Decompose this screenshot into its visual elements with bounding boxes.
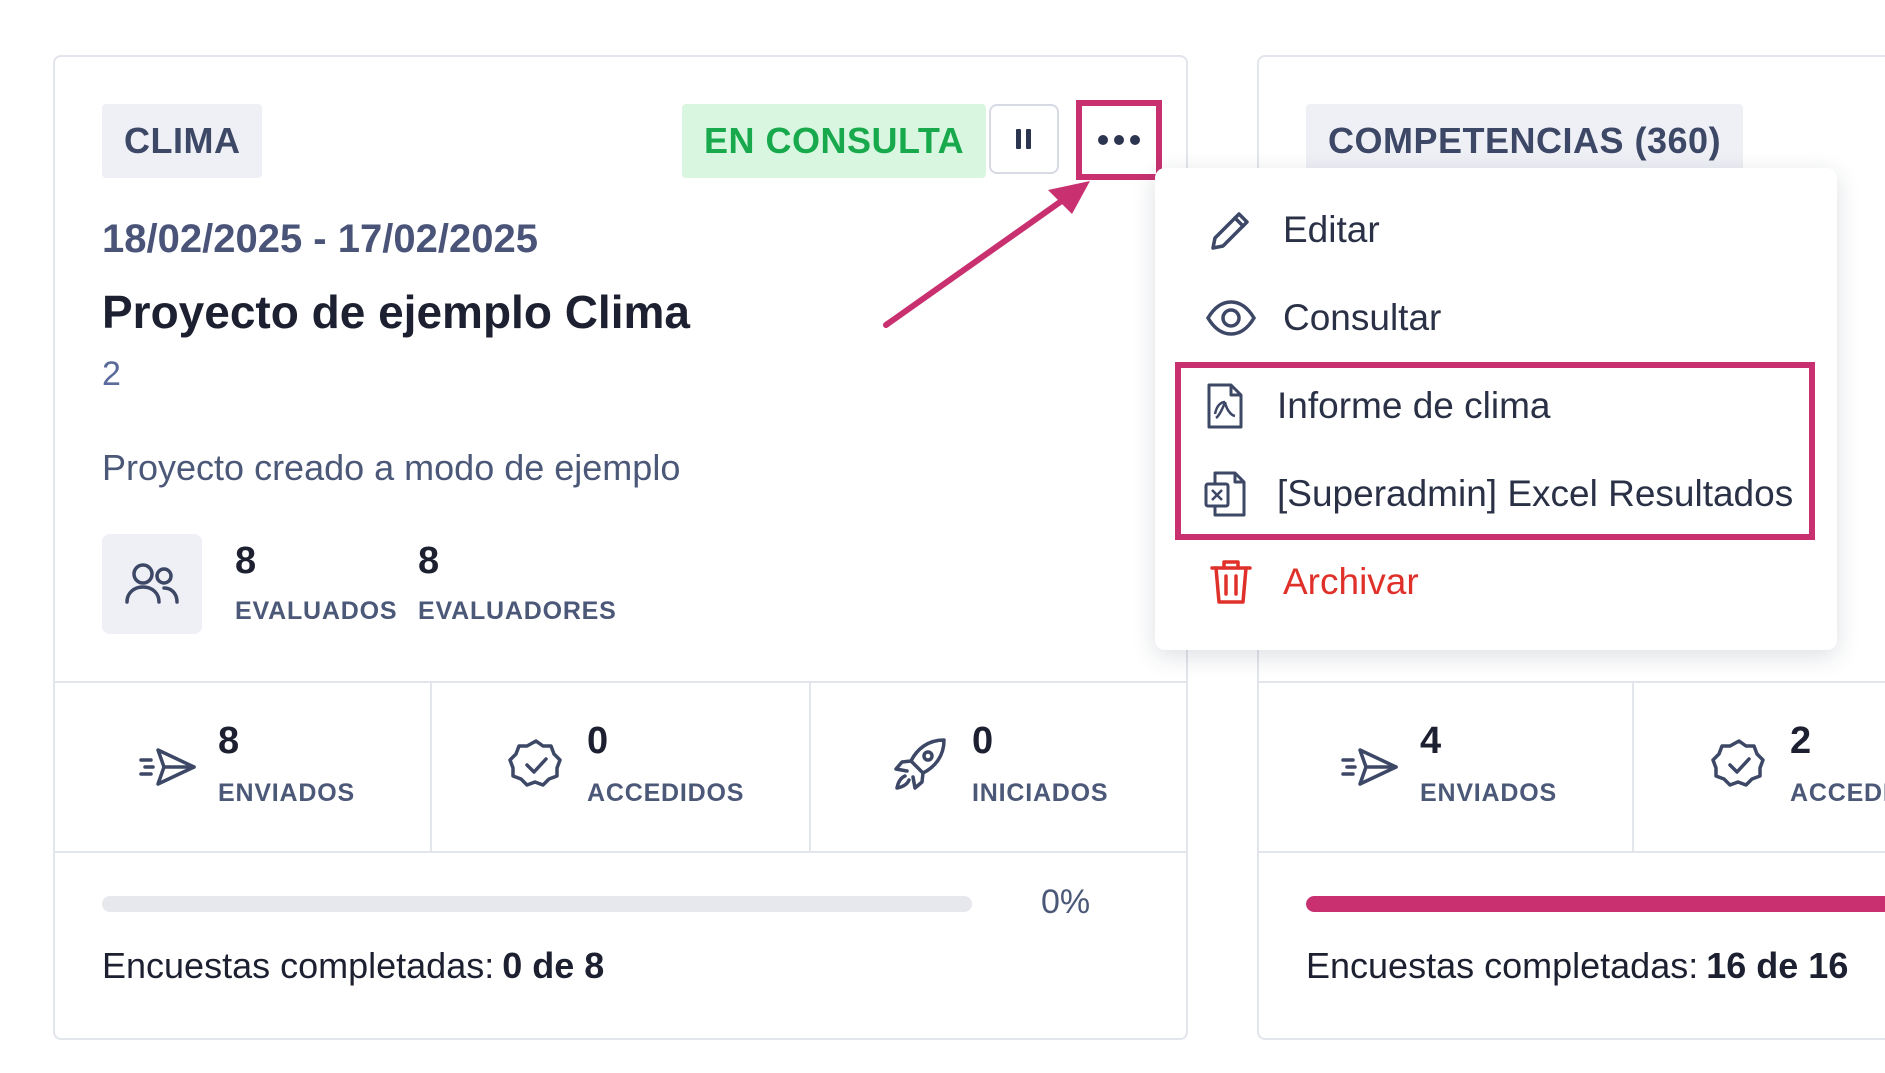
project-type-tag: COMPETENCIAS (360) [1306,104,1744,178]
project-dates: 18/02/2025 - 17/02/2025 [102,217,538,261]
project-type-tag: CLIMA [102,104,263,178]
iniciados-count: 0 [972,720,994,762]
divider [55,851,1186,853]
menu-item-label: Consultar [1283,297,1442,338]
completed-label: Encuestas completadas: [1306,945,1699,986]
completed-surveys: Encuestas completadas: 0 de 8 [102,945,604,987]
project-description: Proyecto creado a modo de ejemplo [102,447,681,488]
eye-icon [1205,292,1257,344]
divider [809,681,811,851]
status-badge: EN CONSULTA [682,104,987,178]
divider [430,681,432,851]
options-menu: Editar Consultar Informe de clima [Super… [1155,168,1837,650]
progress-bar [102,896,972,912]
more-dots-icon [1098,135,1140,145]
evaluados-count: 8 [235,540,257,582]
evaluadores-label: EVALUADORES [418,597,617,625]
project-title[interactable]: Proyecto de ejemplo Clima [102,285,690,339]
pencil-icon [1205,204,1257,256]
project-code: 2 [102,355,121,393]
badge-check-icon [1708,734,1770,796]
completed-label: Encuestas completadas: [102,945,495,986]
pause-button[interactable] [989,104,1059,174]
progress-bar [1306,896,1885,912]
menu-item-consultar[interactable]: Consultar [1205,288,1441,348]
progress-percent: 0% [1041,883,1091,921]
progress-fill [1306,896,1885,912]
accedidos-count: 2 [1790,720,1812,762]
highlight-box [1175,362,1815,540]
divider [1632,681,1634,851]
completed-value: 0 de 8 [502,945,605,986]
project-card-clima: CLIMA EN CONSULTA 18/02/2025 - 17/02/202… [53,55,1188,1040]
divider [55,681,1186,683]
completed-value: 16 de 16 [1706,945,1849,986]
send-icon [137,736,199,798]
enviados-count: 4 [1420,720,1442,762]
people-icon [102,534,202,634]
rocket-icon [888,734,950,796]
completed-surveys: Encuestas completadas: 16 de 16 [1306,945,1848,987]
accedidos-count: 0 [587,720,609,762]
accedidos-label: ACCEDI [1790,779,1885,807]
menu-item-editar[interactable]: Editar [1205,200,1380,260]
pause-icon [1016,129,1031,149]
menu-item-label: Archivar [1283,561,1419,602]
badge-check-icon [505,734,567,796]
evaluadores-count: 8 [418,540,440,582]
divider [1259,851,1885,853]
send-icon [1339,736,1401,798]
divider [1259,681,1885,683]
enviados-label: ENVIADOS [218,779,355,807]
enviados-count: 8 [218,720,240,762]
more-options-button[interactable] [1076,100,1162,180]
accedidos-label: ACCEDIDOS [587,779,745,807]
trash-icon [1205,556,1257,608]
menu-item-archivar[interactable]: Archivar [1205,552,1419,612]
iniciados-label: INICIADOS [972,779,1109,807]
menu-item-label: Editar [1283,209,1380,250]
evaluados-label: EVALUADOS [235,597,398,625]
enviados-label: ENVIADOS [1420,779,1557,807]
